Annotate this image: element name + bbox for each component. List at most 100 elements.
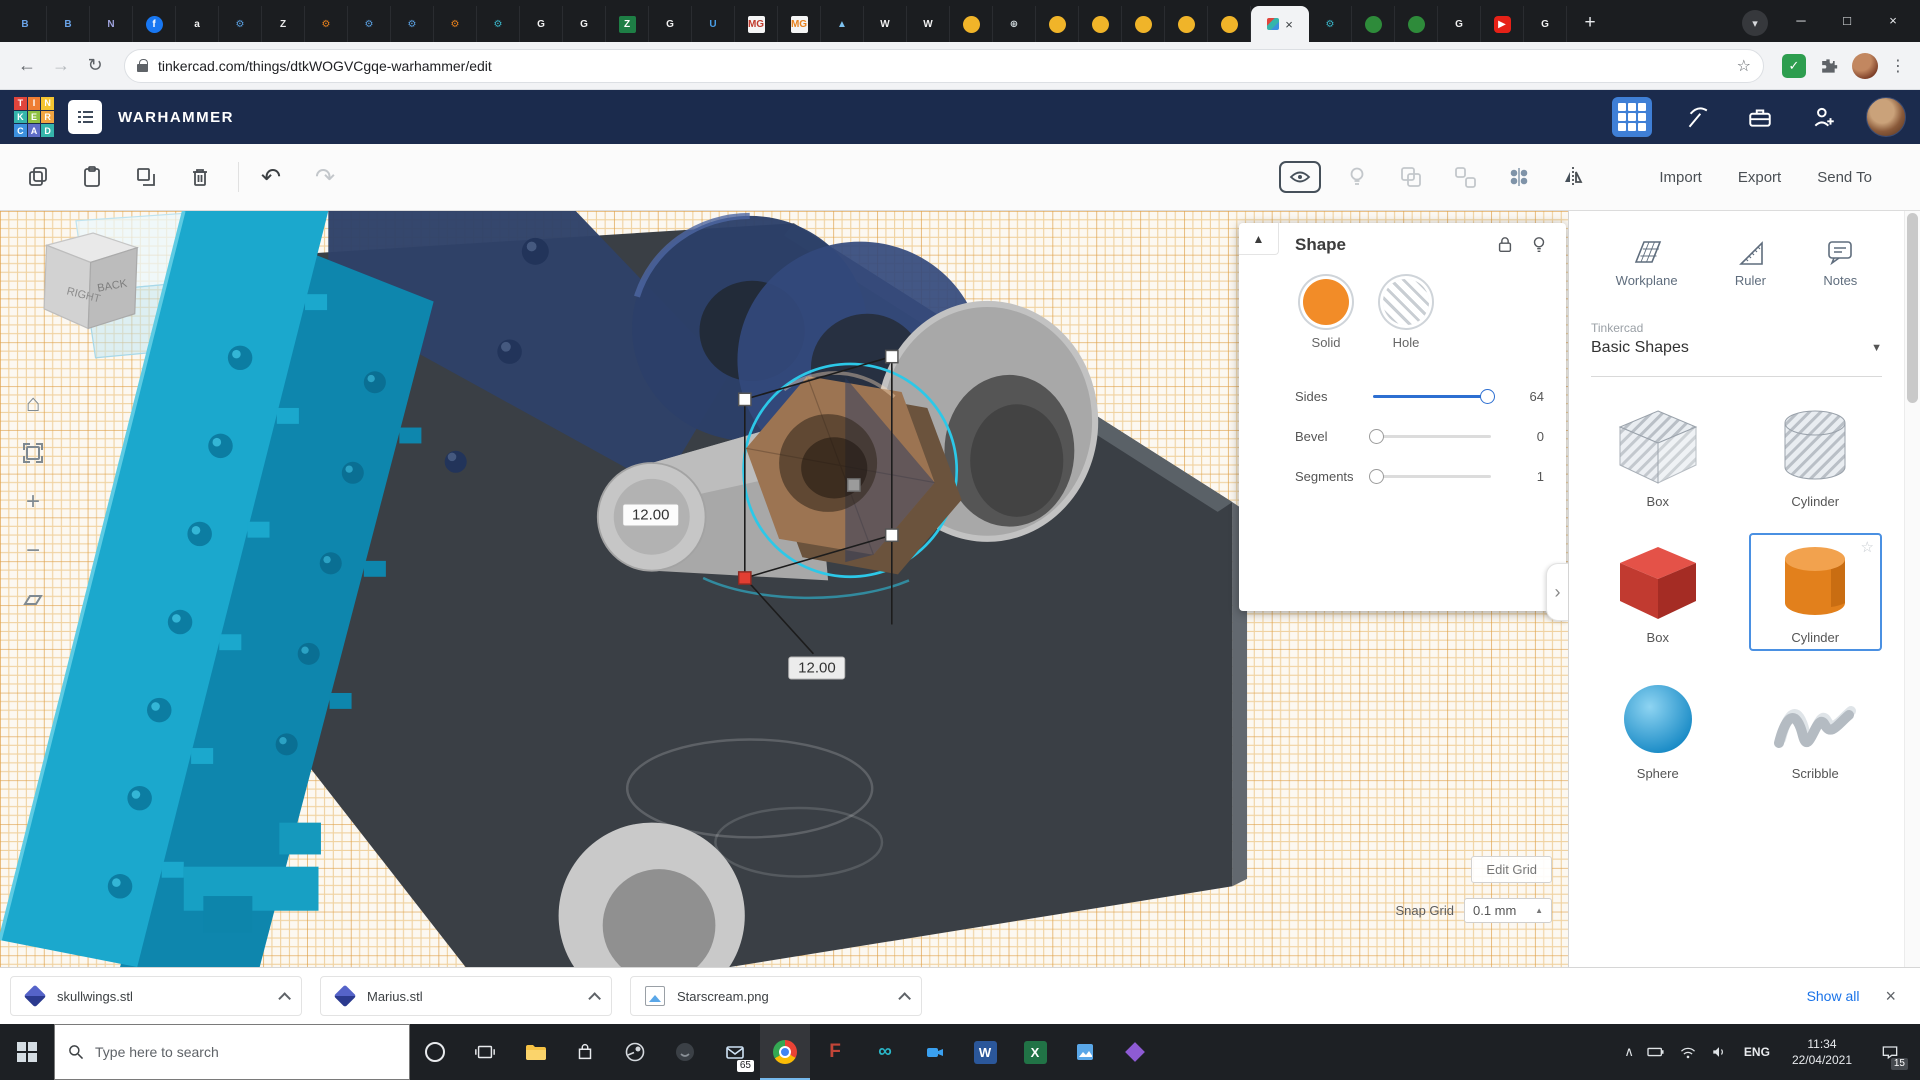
segments-slider[interactable] [1373, 475, 1491, 478]
pinned-tab[interactable]: ⚙ [348, 6, 391, 42]
photos-button[interactable] [1060, 1024, 1110, 1080]
pinned-tab[interactable] [1208, 6, 1251, 42]
pinned-tab[interactable]: W [907, 6, 950, 42]
hole-swatch[interactable] [1383, 279, 1429, 325]
home-view-icon[interactable]: ⌂ [16, 387, 50, 421]
scrollbar-thumb[interactable] [1907, 213, 1918, 403]
snap-grid-select[interactable]: 0.1 mm ▲ [1464, 898, 1552, 923]
bookmark-star-icon[interactable]: ☆ [1737, 56, 1751, 76]
download-menu-caret-icon[interactable] [588, 992, 601, 1005]
visibility-eye-icon[interactable] [1279, 161, 1321, 193]
pinned-tab[interactable]: ⚙ [391, 6, 434, 42]
shape-tile-cylinder-transparent[interactable]: Cylinder [1749, 397, 1883, 515]
perspective-toggle-icon[interactable] [16, 583, 50, 617]
app-button-dark[interactable] [660, 1024, 710, 1080]
export-button[interactable]: Export [1720, 159, 1799, 196]
ungroup-button[interactable] [1445, 157, 1485, 197]
pinned-tab[interactable]: ⚙ [1309, 6, 1352, 42]
hole-material-option[interactable]: Hole [1383, 279, 1429, 350]
forward-button[interactable]: → [44, 49, 78, 83]
pinned-tab[interactable] [1036, 6, 1079, 42]
ruler-tool[interactable]: Ruler [1735, 238, 1766, 288]
lock-shape-icon[interactable] [1496, 235, 1514, 255]
hide-shape-bulb-icon[interactable] [1530, 235, 1548, 255]
fit-view-icon[interactable] [16, 436, 50, 470]
toolbox-icon[interactable] [1740, 97, 1780, 137]
undo-button[interactable]: ↶ [251, 157, 291, 197]
shape-tile-cylinder-orange[interactable]: ☆ Cylinder [1749, 533, 1883, 651]
pinned-tab[interactable]: G [1524, 6, 1567, 42]
tab-close-icon[interactable]: × [1285, 17, 1293, 32]
pinned-tab[interactable] [1395, 6, 1438, 42]
copy-button[interactable] [18, 157, 58, 197]
pinned-tab[interactable]: ▶ [1481, 6, 1524, 42]
download-item[interactable]: skullwings.stl [10, 976, 302, 1016]
chrome-button[interactable] [760, 1024, 810, 1080]
design-menu-icon[interactable] [68, 100, 102, 134]
pinned-tab[interactable]: ▲ [821, 6, 864, 42]
browser-profile-avatar[interactable] [1852, 53, 1878, 79]
mail-button[interactable]: 65 [710, 1024, 760, 1080]
viewport-3d[interactable]: RIGHT BACK 12.00 12.00 ⌂ + − [0, 211, 1568, 967]
bevel-slider[interactable] [1373, 435, 1491, 438]
redo-button[interactable]: ↷ [305, 157, 345, 197]
excel-button[interactable]: X [1010, 1024, 1060, 1080]
taskbar-search-input[interactable] [95, 1044, 409, 1060]
view-cube[interactable]: RIGHT BACK [44, 233, 137, 328]
pinned-tab[interactable]: U [692, 6, 735, 42]
download-item[interactable]: Marius.stl [320, 976, 612, 1016]
paste-button[interactable] [72, 157, 112, 197]
import-button[interactable]: Import [1641, 159, 1720, 196]
pinned-tab[interactable]: MG [735, 6, 778, 42]
pinned-tab[interactable]: G [520, 6, 563, 42]
url-text[interactable]: tinkercad.com/things/dtkWOGVCgqe-warhamm… [158, 58, 1737, 74]
word-button[interactable]: W [960, 1024, 1010, 1080]
design-title[interactable]: WARHAMMER [118, 109, 234, 126]
show-all-downloads-button[interactable]: Show all [1807, 988, 1860, 1004]
download-item[interactable]: Starscream.png [630, 976, 922, 1016]
app-button-f[interactable]: F [810, 1024, 860, 1080]
pinned-tab[interactable]: B [47, 6, 90, 42]
store-button[interactable] [560, 1024, 610, 1080]
delete-button[interactable] [180, 157, 220, 197]
edit-grid-button[interactable]: Edit Grid [1471, 856, 1552, 883]
tray-chevron-up-icon[interactable]: ∧ [1624, 1044, 1634, 1060]
pinned-tab[interactable]: f [133, 6, 176, 42]
window-minimize-button[interactable]: ─ [1778, 0, 1824, 40]
address-bar[interactable]: tinkercad.com/things/dtkWOGVCgqe-warhamm… [124, 49, 1764, 83]
pinned-tab[interactable]: N [90, 6, 133, 42]
language-indicator[interactable]: ENG [1740, 1045, 1774, 1059]
pinned-tab[interactable] [1352, 6, 1395, 42]
shape-library-dropdown[interactable]: Tinkercad Basic Shapes ▼ [1591, 315, 1882, 377]
pinned-tab[interactable]: ⚙ [219, 6, 262, 42]
active-tab[interactable]: × [1251, 6, 1309, 42]
zoom-in-button[interactable]: + [16, 485, 50, 519]
action-center-button[interactable]: 15 [1870, 1024, 1910, 1080]
steam-button[interactable] [610, 1024, 660, 1080]
close-downloads-bar-icon[interactable]: × [1885, 986, 1896, 1007]
pinned-tab[interactable] [1079, 6, 1122, 42]
taskbar-search[interactable] [54, 1024, 410, 1080]
camera-app-button[interactable] [910, 1024, 960, 1080]
task-view-button[interactable] [460, 1024, 510, 1080]
pinned-tab[interactable]: a [176, 6, 219, 42]
sides-slider[interactable] [1373, 395, 1491, 398]
battery-icon[interactable] [1646, 1044, 1666, 1060]
wifi-icon[interactable] [1678, 1043, 1698, 1061]
pinned-tab[interactable]: G [563, 6, 606, 42]
shape-tile-scribble[interactable]: Scribble [1749, 669, 1883, 787]
shape-tile-box-transparent[interactable]: Box [1591, 397, 1725, 515]
pinned-tab[interactable]: Z [606, 6, 649, 42]
zoom-out-button[interactable]: − [16, 534, 50, 568]
bulb-icon[interactable] [1337, 157, 1377, 197]
solid-swatch[interactable] [1303, 279, 1349, 325]
duplicate-button[interactable] [126, 157, 166, 197]
pinned-tab[interactable] [1165, 6, 1208, 42]
shape-tile-sphere[interactable]: Sphere [1591, 669, 1725, 787]
pinned-tab[interactable]: ⊕ [993, 6, 1036, 42]
taskbar-clock[interactable]: 11:34 22/04/2021 [1786, 1036, 1858, 1068]
download-menu-caret-icon[interactable] [898, 992, 911, 1005]
dimension-height-label[interactable]: 12.00 [788, 656, 846, 679]
pickaxe-icon[interactable] [1676, 97, 1716, 137]
app-button-diamond[interactable] [1110, 1024, 1160, 1080]
